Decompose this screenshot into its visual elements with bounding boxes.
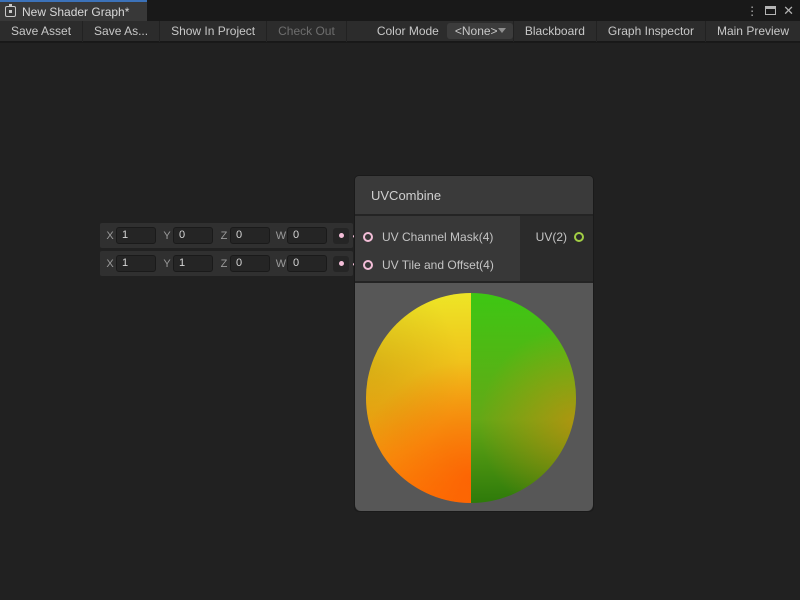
show-in-project-button[interactable]: Show In Project [160,21,267,42]
input-port-label: UV Tile and Offset(4) [382,258,494,272]
shader-graph-window: New Shader Graph* ⋮ ✕ Save Asset Save As… [0,0,800,600]
tab-title: New Shader Graph* [22,5,129,19]
output-port-label: UV(2) [536,230,567,244]
w-field[interactable]: 0 [287,227,327,244]
graph-canvas[interactable]: X 1 Y 0 Z 0 W 0 X 1 Y 1 Z 0 W 0 [0,43,800,600]
vector-output-port-cell [333,256,349,272]
node-output-section: UV(2) [520,216,593,281]
graph-inspector-toggle-button[interactable]: Graph Inspector [596,21,705,42]
w-field[interactable]: 0 [287,255,327,272]
color-mode-value: <None> [455,24,498,38]
field-label-z: Z [218,230,230,242]
node-body: UV Channel Mask(4) UV Tile and Offset(4)… [355,216,593,281]
shader-graph-icon [5,6,16,17]
window-menu-icon[interactable]: ⋮ [746,5,758,17]
field-label-y: Y [161,258,173,270]
toolbar: Save Asset Save As... Show In Project Ch… [0,21,800,42]
field-label-x: X [104,230,116,242]
vector-output-port[interactable] [339,261,344,266]
color-mode-label: Color Mode [347,24,447,38]
node-title[interactable]: UVCombine [355,176,593,214]
save-as-button[interactable]: Save As... [83,21,160,42]
y-field[interactable]: 1 [173,255,213,272]
input-port-label: UV Channel Mask(4) [382,230,493,244]
node-preview [355,283,593,511]
x-field[interactable]: 1 [116,255,156,272]
node-input-section: UV Channel Mask(4) UV Tile and Offset(4) [355,216,520,281]
vector-output-port-cell [333,228,349,244]
check-out-button: Check Out [267,21,347,42]
save-asset-button[interactable]: Save Asset [0,21,83,42]
color-mode-dropdown[interactable]: <None> [447,23,513,39]
z-field[interactable]: 0 [230,227,270,244]
field-label-z: Z [218,258,230,270]
blackboard-toggle-button[interactable]: Blackboard [513,21,596,42]
uvcombine-node[interactable]: UVCombine UV Channel Mask(4) UV Tile and… [355,176,593,511]
input-port-uv-tile-offset[interactable] [363,260,373,270]
main-preview-toggle-button[interactable]: Main Preview [705,21,800,42]
window-controls: ⋮ ✕ [746,0,800,21]
vector4-input-row-2[interactable]: X 1 Y 1 Z 0 W 0 [100,251,353,276]
field-label-x: X [104,258,116,270]
vector-output-port[interactable] [339,233,344,238]
sphere-left-half [366,293,471,503]
chevron-down-icon [498,28,506,33]
close-icon[interactable]: ✕ [783,4,794,17]
field-label-w: W [275,230,287,242]
input-port-row: UV Channel Mask(4) [355,223,520,251]
x-field[interactable]: 1 [116,227,156,244]
vector4-input-row-1[interactable]: X 1 Y 0 Z 0 W 0 [100,223,353,248]
uv-preview-sphere [366,293,576,503]
field-label-y: Y [161,230,173,242]
input-port-row: UV Tile and Offset(4) [355,251,520,279]
z-field[interactable]: 0 [230,255,270,272]
maximize-icon[interactable] [765,6,776,15]
output-port-uv[interactable] [574,232,584,242]
tab-new-shader-graph[interactable]: New Shader Graph* [0,0,147,21]
input-port-uv-channel-mask[interactable] [363,232,373,242]
output-port-row: UV(2) [520,223,593,251]
field-label-w: W [275,258,287,270]
y-field[interactable]: 0 [173,227,213,244]
sphere-right-half [471,293,576,503]
titlebar: New Shader Graph* ⋮ ✕ [0,0,800,21]
